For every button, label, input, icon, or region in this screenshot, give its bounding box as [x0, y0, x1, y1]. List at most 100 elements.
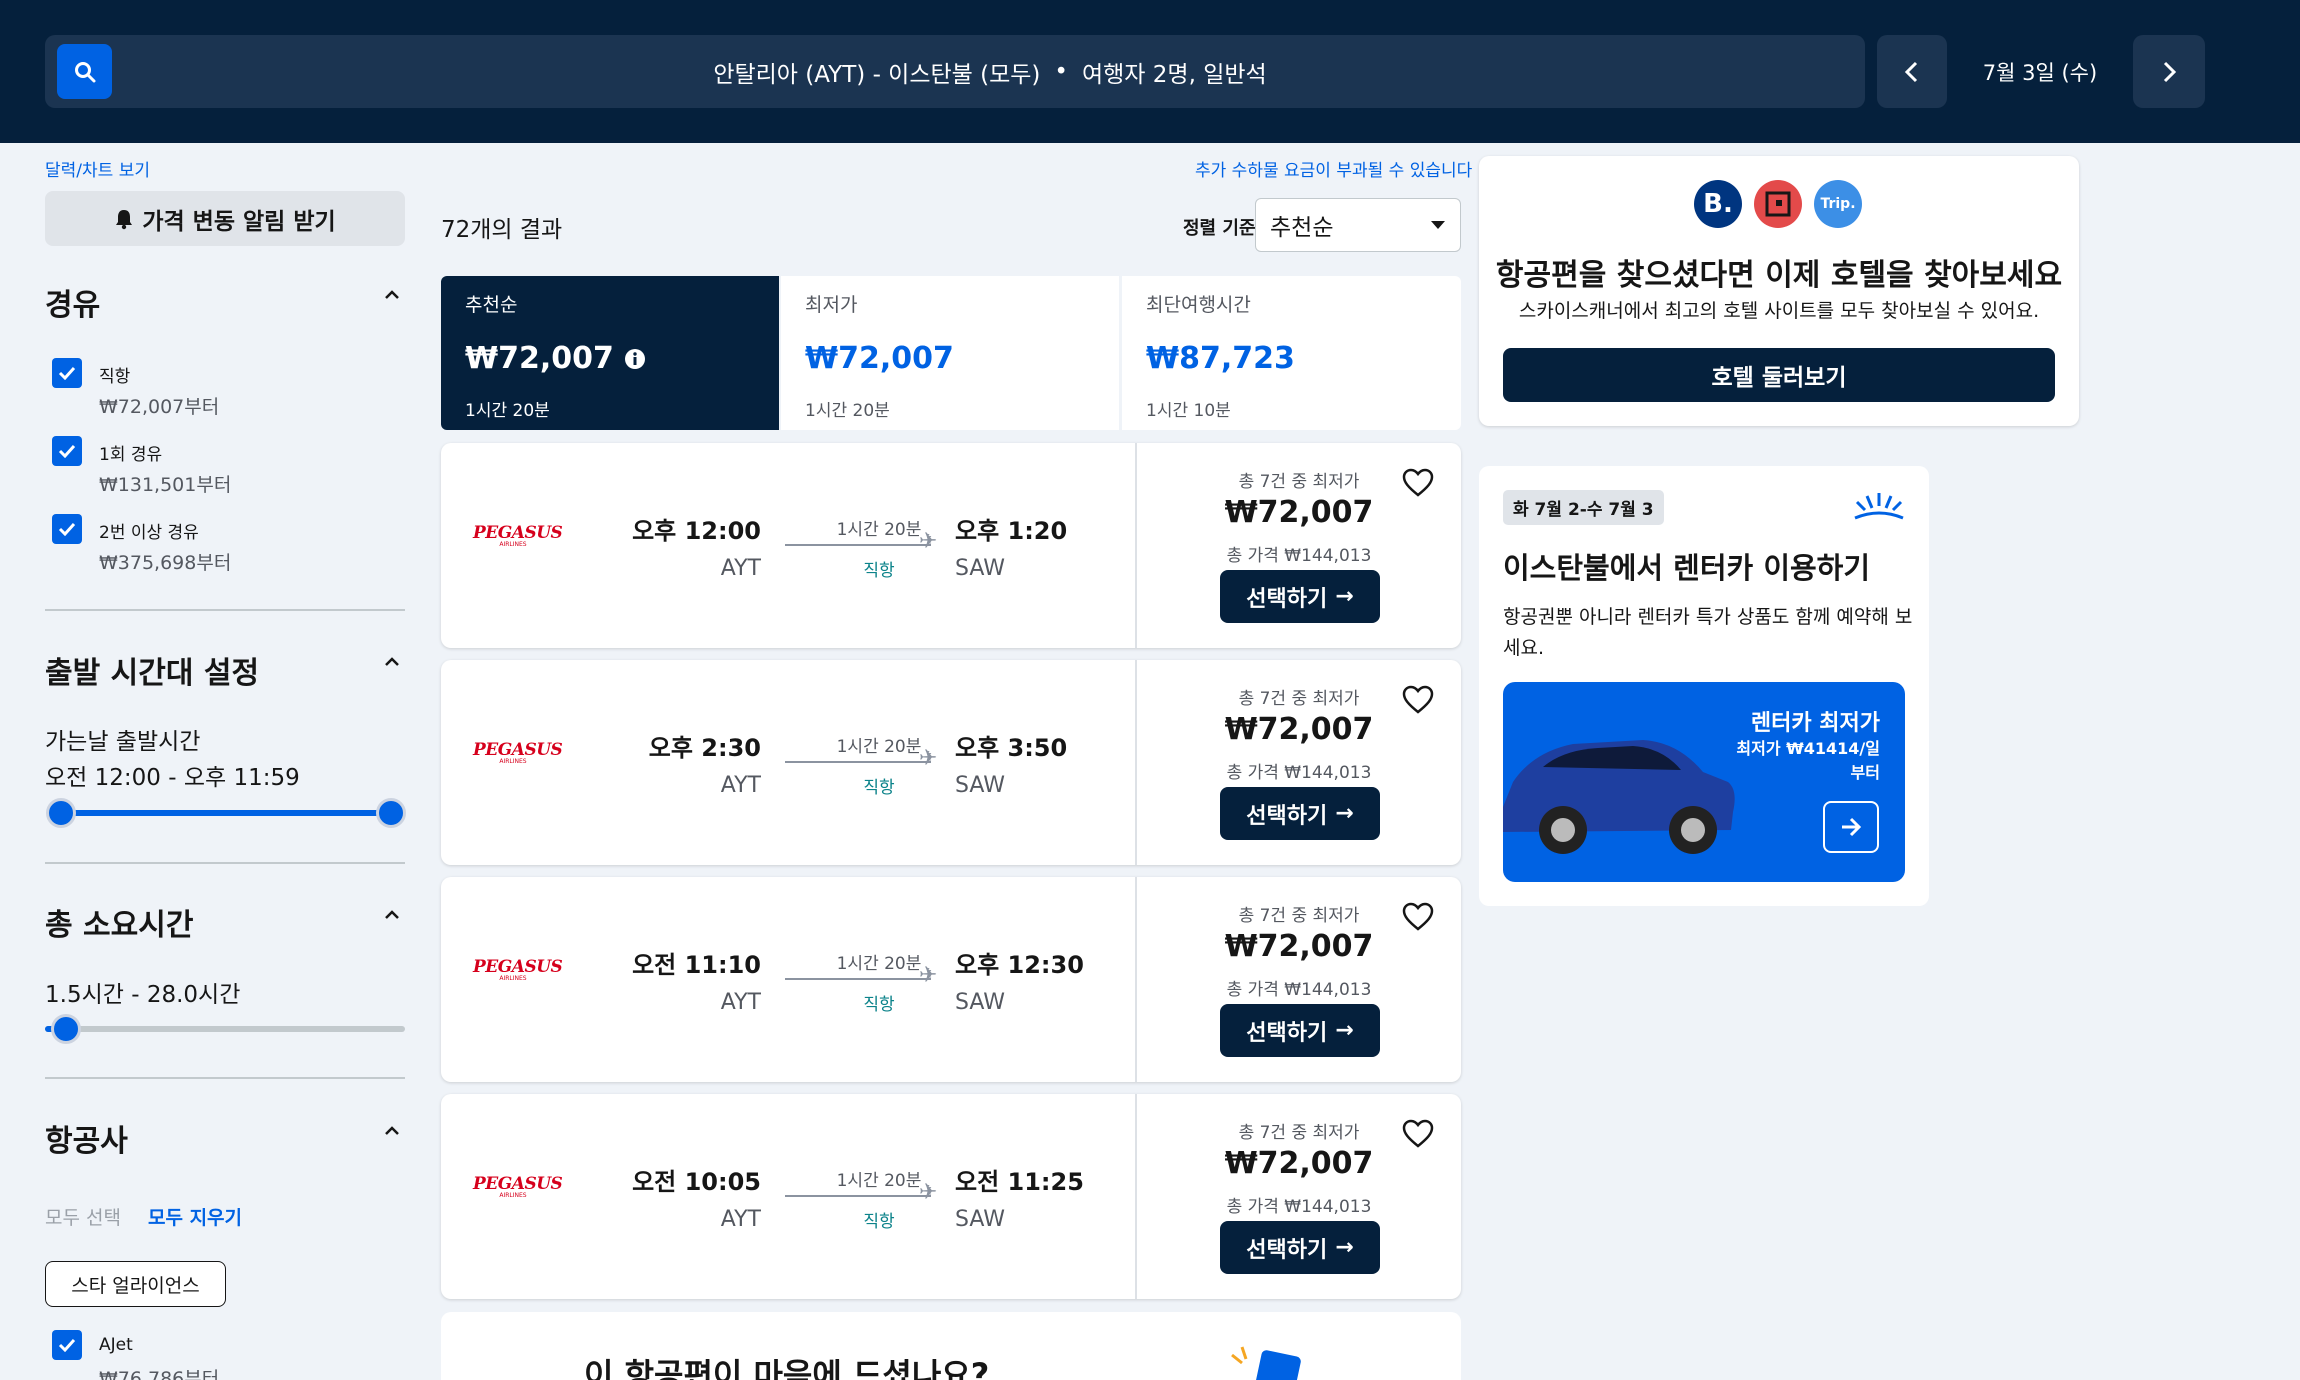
departure-slider-max-handle[interactable]	[376, 798, 406, 828]
route-line	[785, 761, 931, 763]
clear-all-link[interactable]: 모두 지우기	[148, 1203, 242, 1230]
heart-icon[interactable]	[1402, 468, 1434, 498]
feedback-prompt: 이 항공편이 마음에 드셨나요?	[584, 1356, 990, 1380]
car-banner-arrow-button[interactable]	[1823, 801, 1879, 853]
booking-logo: B.	[1694, 180, 1742, 228]
divider	[45, 1077, 405, 1079]
select-button[interactable]: 선택하기 →	[1220, 1221, 1380, 1274]
flight-card[interactable]: PEGASUS AIRLINES 오후 2:30 AYT 1시간 20분 ✈ 직항 …	[441, 660, 1461, 865]
next-date-button[interactable]	[2133, 35, 2205, 108]
flight-card[interactable]: PEGASUS AIRLINES 오후 12:00 AYT 1시간 20분 ✈ 직항…	[441, 443, 1461, 648]
stops-two-plus-price: ₩375,698부터	[99, 552, 232, 574]
car-dates-badge: 화 7월 2-수 7월 3	[1503, 490, 1664, 525]
collapse-duration-icon[interactable]	[383, 905, 401, 926]
collapse-airlines-icon[interactable]	[383, 1121, 401, 1142]
stops-one-checkbox[interactable]	[52, 436, 82, 466]
arrival-time: 오전 11:25	[955, 1168, 1084, 1196]
plane-icon: ✈	[919, 746, 938, 771]
departure-slider-min-handle[interactable]	[46, 798, 76, 828]
pegasus-logo: PEGASUS AIRLINES	[473, 1174, 563, 1199]
plane-icon: ✈	[919, 1180, 938, 1205]
baggage-fee-notice[interactable]: 추가 수하물 요금이 부과될 수 있습니다	[1195, 156, 1472, 181]
tab-best[interactable]: 추천순 ₩72,007 1시간 20분	[441, 276, 779, 430]
info-icon[interactable]	[624, 348, 646, 370]
heart-icon[interactable]	[1402, 902, 1434, 932]
duration-slider-handle[interactable]	[51, 1014, 81, 1044]
sort-label: 정렬 기준	[1183, 218, 1256, 239]
star-alliance-button[interactable]: 스타 얼라이언스	[45, 1261, 226, 1307]
departure-airport: AYT	[720, 556, 761, 581]
select-all-link[interactable]: 모두 선택	[45, 1203, 121, 1230]
hotel-promo-subtitle: 스카이스캐너에서 최고의 호텔 사이트를 모두 찾아보실 수 있어요.	[1518, 300, 2040, 322]
airline-ajet-price: ₩76,786부터	[99, 1368, 220, 1380]
price: ₩72,007	[1224, 1146, 1374, 1181]
route-line	[785, 1195, 931, 1197]
tab-cheapest[interactable]: 최저가 ₩72,007 1시간 20분	[781, 276, 1119, 430]
travelers-label: 여행자 2명, 일반석	[1081, 61, 1267, 88]
route-line	[785, 544, 931, 546]
tab-fastest-price: ₩87,723	[1146, 341, 1295, 376]
route-separator: •	[1054, 58, 1068, 85]
airline-ajet-checkbox[interactable]	[52, 1330, 82, 1360]
departure-airport: AYT	[720, 773, 761, 798]
route-summary[interactable]: 안탈리아 (AYT) - 이스탄불 (모두) • 여행자 2명, 일반석	[120, 35, 1860, 108]
stops-direct-checkbox[interactable]	[52, 358, 82, 388]
departure-airport: AYT	[720, 990, 761, 1015]
tab-cheapest-duration: 1시간 20분	[805, 401, 890, 421]
pegasus-logo: PEGASUS AIRLINES	[473, 740, 563, 765]
plane-icon: ✈	[919, 529, 938, 554]
collapse-stops-icon[interactable]	[383, 285, 401, 306]
departure-time: 오전 11:10	[632, 951, 761, 979]
select-button[interactable]: 선택하기 →	[1220, 787, 1380, 840]
feedback-illustration-icon	[1231, 1346, 1301, 1380]
pegasus-logo: PEGASUS AIRLINES	[473, 523, 563, 548]
hotels-logo	[1754, 180, 1802, 228]
date-display[interactable]: 7월 3일 (수)	[1955, 35, 2125, 108]
stops-two-plus-checkbox[interactable]	[52, 514, 82, 544]
departure-time: 오전 10:05	[632, 1168, 761, 1196]
departure-time: 오후 2:30	[648, 734, 761, 762]
price-alert-button[interactable]: 가격 변동 알림 받기	[45, 191, 405, 246]
stops-label: 직항	[863, 995, 895, 1015]
duration-section-title: 총 소요시간	[45, 908, 194, 943]
collapse-departure-icon[interactable]	[383, 652, 401, 673]
flight-card[interactable]: PEGASUS AIRLINES 오전 10:05 AYT 1시간 20분 ✈ 직항…	[441, 1094, 1461, 1299]
car-banner-price: 최저가 ₩41414/일 부터	[1736, 739, 1880, 782]
airlines-section-title: 항공사	[45, 1124, 128, 1159]
arrival-time: 오후 3:50	[955, 734, 1068, 762]
departure-section-title: 출발 시간대 설정	[45, 656, 260, 691]
select-button[interactable]: 선택하기 →	[1220, 570, 1380, 623]
plane-icon: ✈	[919, 963, 938, 988]
sort-select[interactable]: 추천순	[1255, 198, 1461, 252]
browse-hotels-button[interactable]: 호텔 둘러보기	[1503, 348, 2055, 402]
select-button[interactable]: 선택하기 →	[1220, 1004, 1380, 1057]
arrival-airport: SAW	[955, 990, 1005, 1015]
arrow-right-icon: →	[1335, 1018, 1354, 1043]
price-alert-label: 가격 변동 알림 받기	[142, 208, 336, 235]
tab-cheapest-price: ₩72,007	[805, 341, 954, 376]
flight-card[interactable]: PEGASUS AIRLINES 오전 11:10 AYT 1시간 20분 ✈ 직항…	[441, 877, 1461, 1082]
prev-date-button[interactable]	[1877, 35, 1947, 108]
divider	[45, 862, 405, 864]
tab-best-duration: 1시간 20분	[465, 401, 550, 421]
calendar-chart-link[interactable]: 달력/차트 보기	[45, 156, 150, 181]
arrow-right-icon: →	[1335, 1235, 1354, 1260]
arrival-airport: SAW	[955, 1207, 1005, 1232]
caret-down-icon	[1431, 221, 1445, 229]
tab-best-title: 추천순	[465, 294, 518, 316]
duration-range: 1.5시간 - 28.0시간	[45, 982, 241, 1008]
stops-label: 직항	[863, 778, 895, 798]
chevron-left-icon	[1904, 61, 1918, 82]
price: ₩72,007	[1224, 712, 1374, 747]
stops-label: 직항	[863, 1212, 895, 1232]
heart-icon[interactable]	[1402, 685, 1434, 715]
car-banner-title: 렌터카 최저가	[1750, 711, 1880, 736]
heart-icon[interactable]	[1402, 1119, 1434, 1149]
tab-fastest-duration: 1시간 10분	[1146, 401, 1231, 421]
car-promo-description: 항공권뿐 아니라 렌터카 특가 상품도 함께 예약해 보세요.	[1503, 606, 1913, 659]
departure-airport: AYT	[720, 1207, 761, 1232]
bell-icon	[116, 209, 133, 229]
checkmark-icon	[58, 444, 76, 458]
search-button[interactable]	[57, 44, 112, 99]
tab-fastest[interactable]: 최단여행시간 ₩87,723 1시간 10분	[1122, 276, 1461, 430]
